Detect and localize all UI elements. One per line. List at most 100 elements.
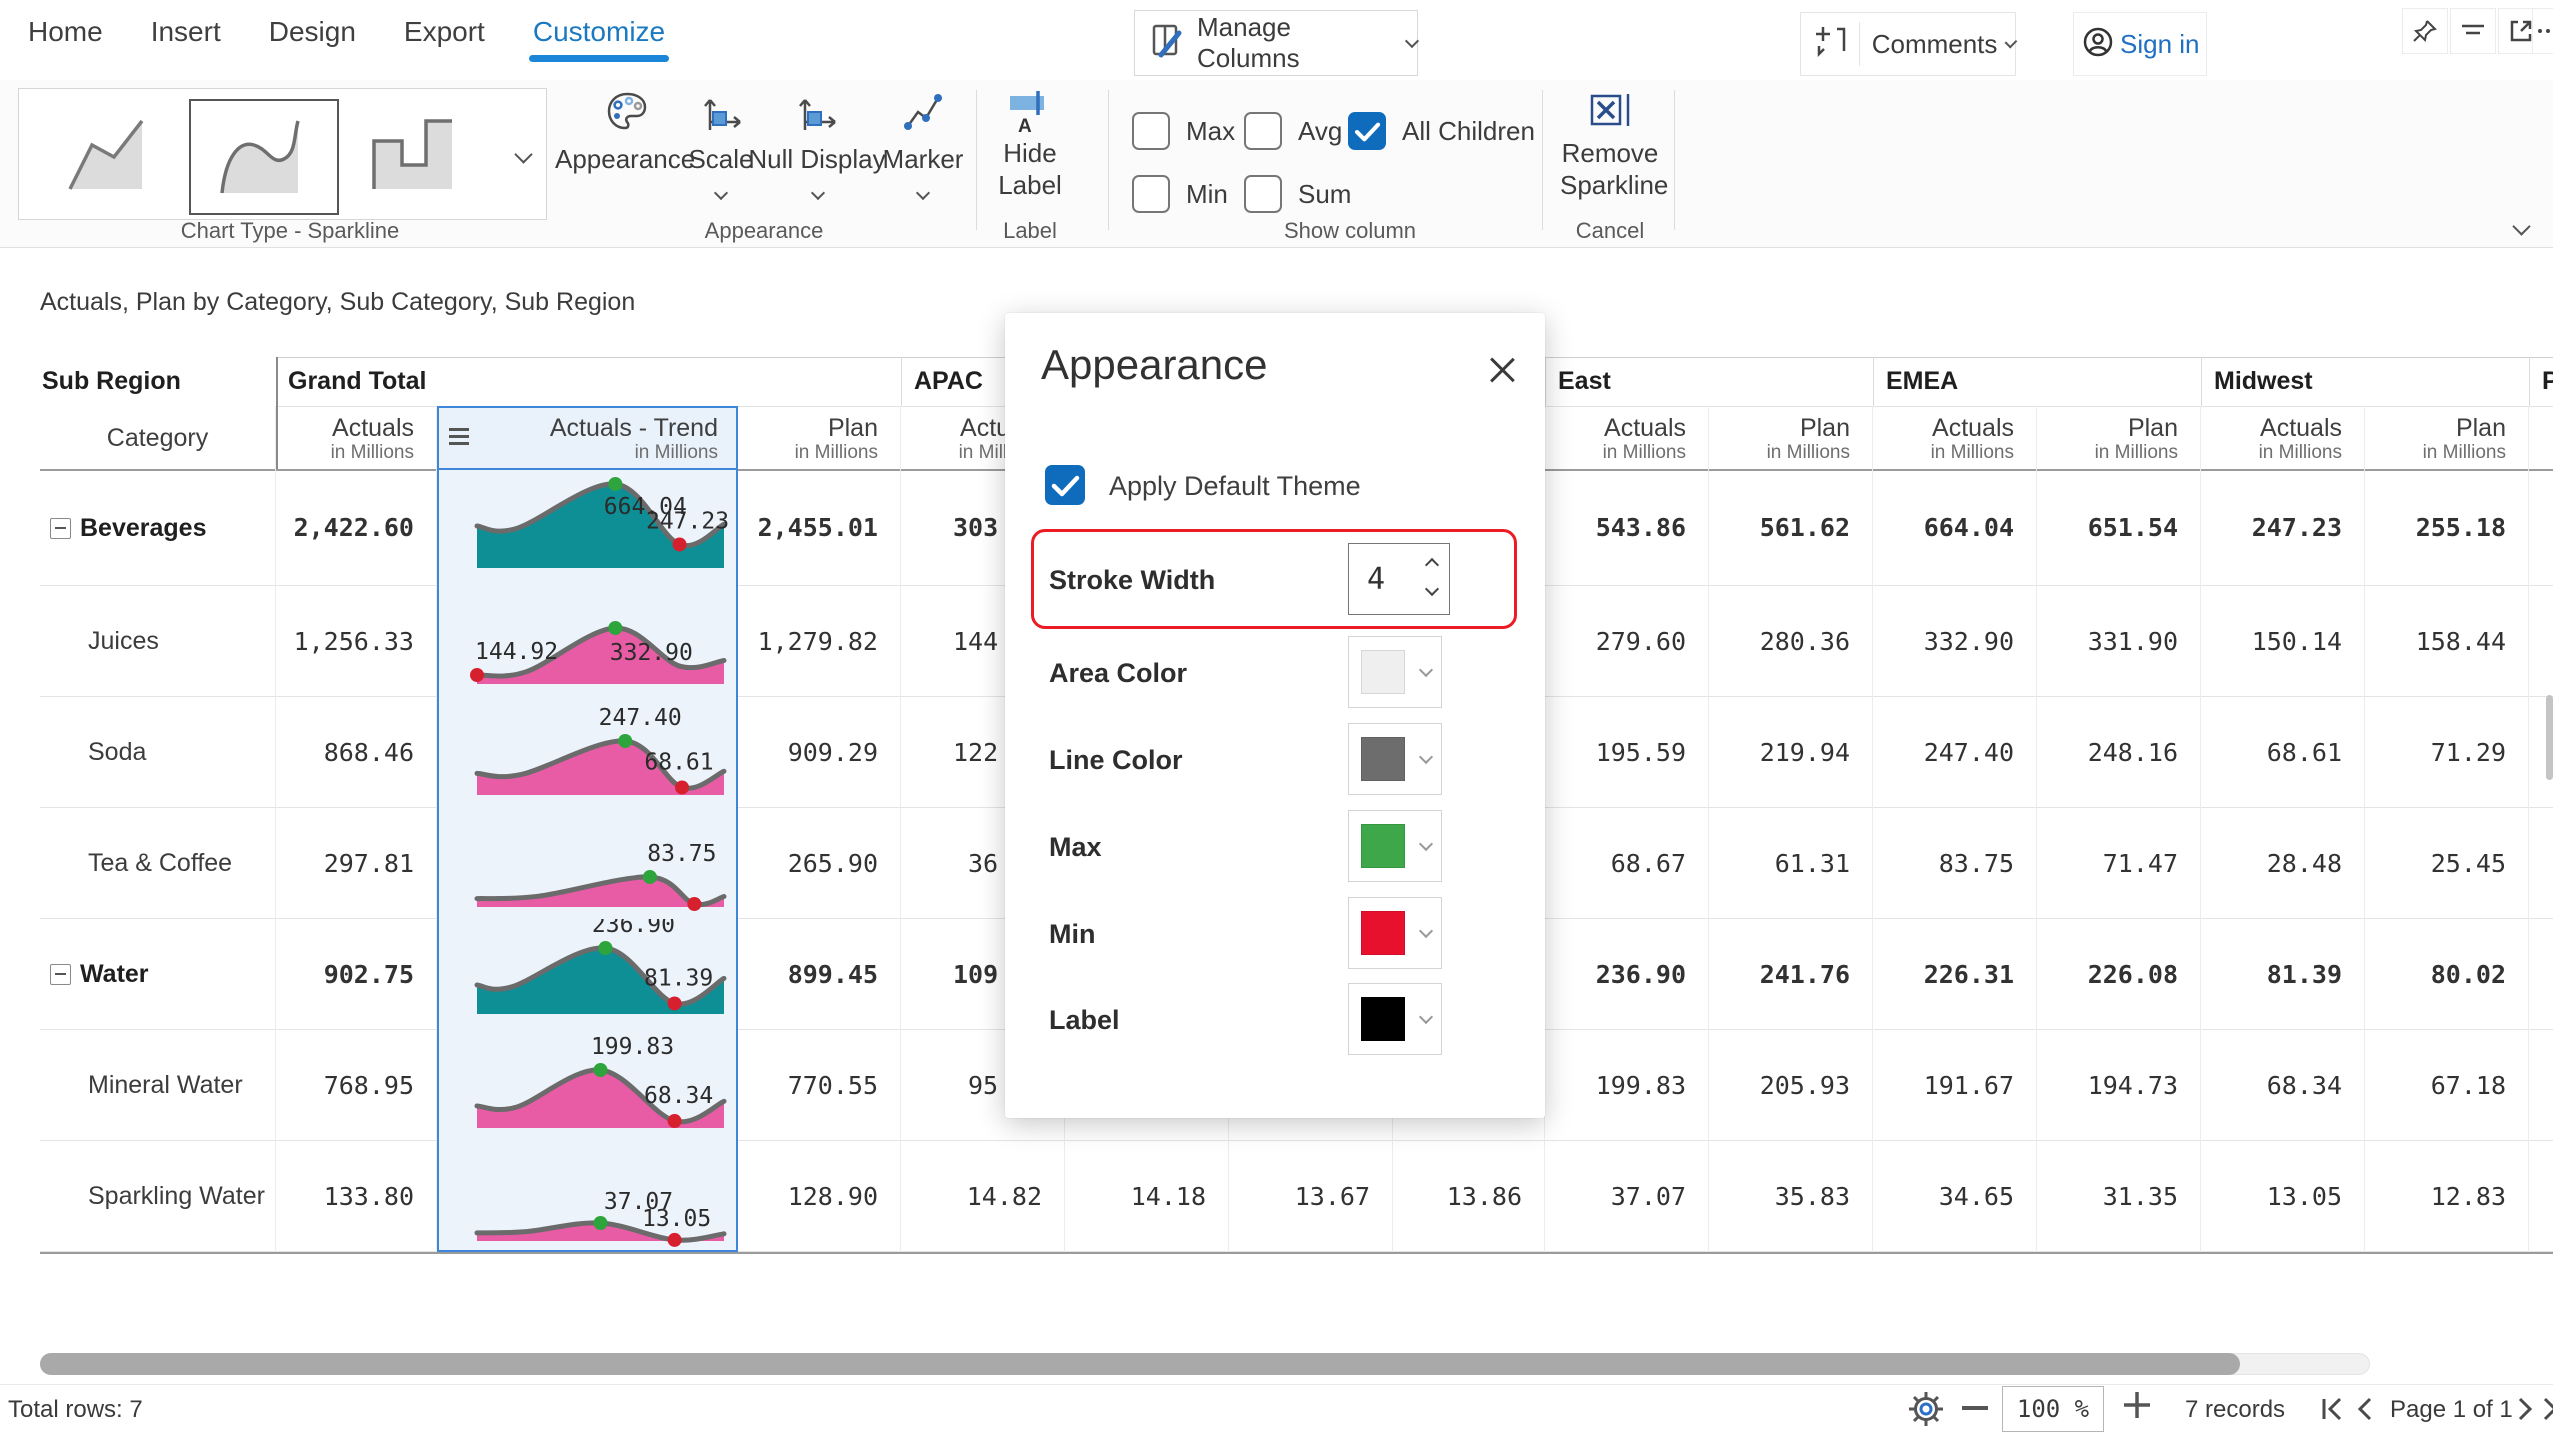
row-label: Sparkling Water bbox=[88, 1141, 273, 1252]
collapse-icon[interactable] bbox=[50, 964, 71, 985]
spinner-up-icon[interactable] bbox=[1425, 558, 1439, 572]
menu-item-insert[interactable]: Insert bbox=[151, 16, 221, 62]
menu-item-design[interactable]: Design bbox=[269, 16, 356, 62]
checkbox-max[interactable] bbox=[1132, 112, 1170, 150]
chart-type-gallery-expand[interactable] bbox=[500, 88, 547, 220]
sign-in-button[interactable]: Sign in bbox=[2073, 12, 2207, 76]
svg-text:332.90: 332.90 bbox=[610, 640, 693, 666]
zoom-level-input[interactable]: 100 % bbox=[2002, 1386, 2104, 1432]
total-rows-label: Total rows: 7 bbox=[8, 1396, 143, 1424]
sparkline-mineral-water: 199.8368.34 bbox=[439, 1030, 736, 1141]
column-group-header-midwest[interactable]: Midwest bbox=[2201, 357, 2529, 406]
remove-sparkline-icon bbox=[1588, 88, 1634, 139]
vertical-scrollbar[interactable] bbox=[2546, 695, 2553, 780]
more-icon[interactable] bbox=[2532, 8, 2553, 54]
column-header-grand-total-plan[interactable]: Planin Millions bbox=[738, 406, 901, 470]
close-icon[interactable] bbox=[1487, 355, 1517, 385]
collapse-ribbon-icon[interactable] bbox=[2512, 217, 2530, 235]
menu-item-export[interactable]: Export bbox=[404, 16, 485, 62]
row-label-cell: Juices bbox=[40, 586, 276, 697]
chevron-down-icon bbox=[714, 186, 728, 200]
cell-emea-plan: 226.08 bbox=[2037, 919, 2201, 1030]
spinner-down-icon[interactable] bbox=[1425, 582, 1439, 596]
cell-midwest-actuals: 81.39 bbox=[2201, 919, 2365, 1030]
cell-east-actuals: 37.07 bbox=[1545, 1141, 1709, 1252]
row-label: Mineral Water bbox=[88, 1030, 273, 1141]
column-header-actuals-trend[interactable]: Actuals - Trendin Millions bbox=[437, 406, 738, 470]
pin-icon[interactable] bbox=[2402, 8, 2448, 54]
last-page-icon[interactable] bbox=[2537, 1392, 2553, 1431]
column-header-east-actuals[interactable]: Actualsin Millions bbox=[1545, 406, 1709, 470]
column-group-header-emea[interactable]: EMEA bbox=[1873, 357, 2201, 406]
cell-midwest-plan: 255.18 bbox=[2365, 470, 2529, 586]
row-label: Beverages bbox=[80, 470, 270, 586]
cell-east-actuals: 279.60 bbox=[1545, 586, 1709, 697]
simplified-ribbon-icon[interactable] bbox=[2450, 8, 2496, 54]
checkbox-sum[interactable] bbox=[1244, 175, 1282, 213]
column-header-grand-total-actuals[interactable]: Actualsin Millions bbox=[276, 406, 437, 470]
column-header-east-plan[interactable]: Planin Millions bbox=[1709, 406, 1873, 470]
dialog-title: Appearance bbox=[1041, 341, 1268, 389]
comments-button[interactable]: Comments bbox=[1800, 12, 2016, 76]
sparkline-soda: 247.4068.61 bbox=[439, 697, 736, 808]
gear-icon[interactable] bbox=[1905, 1388, 1947, 1435]
zoom-in-button[interactable] bbox=[2120, 1388, 2154, 1427]
checkbox-all-children[interactable] bbox=[1348, 112, 1386, 150]
cell-midwest-actuals: 150.14 bbox=[2201, 586, 2365, 697]
color-swatch-min[interactable] bbox=[1348, 897, 1442, 969]
column-header-emea-plan[interactable]: Planin Millions bbox=[2037, 406, 2201, 470]
next-page-icon[interactable] bbox=[2512, 1392, 2538, 1431]
color-swatch-max[interactable] bbox=[1348, 810, 1442, 882]
menu-item-customize[interactable]: Customize bbox=[533, 16, 665, 62]
menu-bar: Home Insert Design Export Customize bbox=[28, 16, 665, 62]
sign-in-label: Sign in bbox=[2120, 29, 2200, 60]
column-header-midwest-actuals[interactable]: Actualsin Millions bbox=[2201, 406, 2365, 470]
show-column-group-label: Show column bbox=[1230, 218, 1470, 244]
cell-east-plan: 561.62 bbox=[1709, 470, 1873, 586]
remove-sparkline-button[interactable]: Remove Sparkline bbox=[1560, 88, 1660, 213]
cell-grand-total-plan: 128.90 bbox=[738, 1141, 901, 1252]
null-display-button[interactable]: Null Display bbox=[757, 88, 877, 213]
chart-type-step[interactable] bbox=[341, 99, 487, 211]
column-group-header-east[interactable]: East bbox=[1545, 357, 1873, 406]
null-display-icon bbox=[795, 90, 841, 141]
horizontal-scrollbar-thumb[interactable] bbox=[40, 1353, 2240, 1375]
cell-grand-total-actuals: 133.80 bbox=[276, 1141, 437, 1252]
collapse-icon[interactable] bbox=[50, 518, 71, 539]
zoom-out-button[interactable] bbox=[1962, 1406, 1988, 1410]
color-swatch-label[interactable] bbox=[1348, 983, 1442, 1055]
marker-button[interactable]: Marker bbox=[880, 88, 966, 213]
stroke-width-input[interactable]: 4 bbox=[1348, 543, 1450, 615]
first-page-icon[interactable] bbox=[2318, 1392, 2348, 1431]
checkbox-min[interactable] bbox=[1132, 175, 1170, 213]
svg-text:68.61: 68.61 bbox=[644, 749, 713, 775]
cell-east-plan: 205.93 bbox=[1709, 1030, 1873, 1141]
column-group-header-pa[interactable]: Pa bbox=[2529, 357, 2553, 406]
chart-type-smooth-area[interactable] bbox=[189, 99, 339, 215]
color-row-label-min: Min bbox=[1049, 919, 1096, 950]
cell-midwest-plan: 71.29 bbox=[2365, 697, 2529, 808]
cell-east-plan: 241.76 bbox=[1709, 919, 1873, 1030]
checkbox-avg[interactable] bbox=[1244, 112, 1282, 150]
drag-handle-icon[interactable] bbox=[449, 428, 469, 445]
column-header-emea-actuals[interactable]: Actualsin Millions bbox=[1873, 406, 2037, 470]
cell-grand-total-actuals: 2,422.60 bbox=[276, 470, 437, 586]
chart-type-line[interactable] bbox=[41, 99, 187, 211]
color-swatch-line-color[interactable] bbox=[1348, 723, 1442, 795]
hide-label-button[interactable]: A Hide Label bbox=[990, 88, 1070, 213]
zoom-level-value: 100 % bbox=[2017, 1395, 2089, 1423]
manage-columns-button[interactable]: Manage Columns bbox=[1134, 10, 1418, 76]
column-group-header-grand-total[interactable]: Grand Total bbox=[276, 357, 901, 406]
color-swatch-area-color[interactable] bbox=[1348, 636, 1442, 708]
menu-item-home[interactable]: Home bbox=[28, 16, 103, 62]
cell-emea-actuals: 226.31 bbox=[1873, 919, 2037, 1030]
appearance-group-label: Appearance bbox=[664, 218, 864, 244]
cell-grand-total-actuals: 1,256.33 bbox=[276, 586, 437, 697]
apply-default-theme-checkbox[interactable] bbox=[1045, 465, 1085, 505]
column-header-category[interactable]: Category bbox=[40, 406, 276, 470]
cell-midwest-actuals: 28.48 bbox=[2201, 808, 2365, 919]
prev-page-icon[interactable] bbox=[2352, 1392, 2378, 1431]
chevron-down-icon bbox=[1419, 837, 1433, 851]
column-header-midwest-plan[interactable]: Planin Millions bbox=[2365, 406, 2529, 470]
palette-icon bbox=[605, 90, 649, 139]
